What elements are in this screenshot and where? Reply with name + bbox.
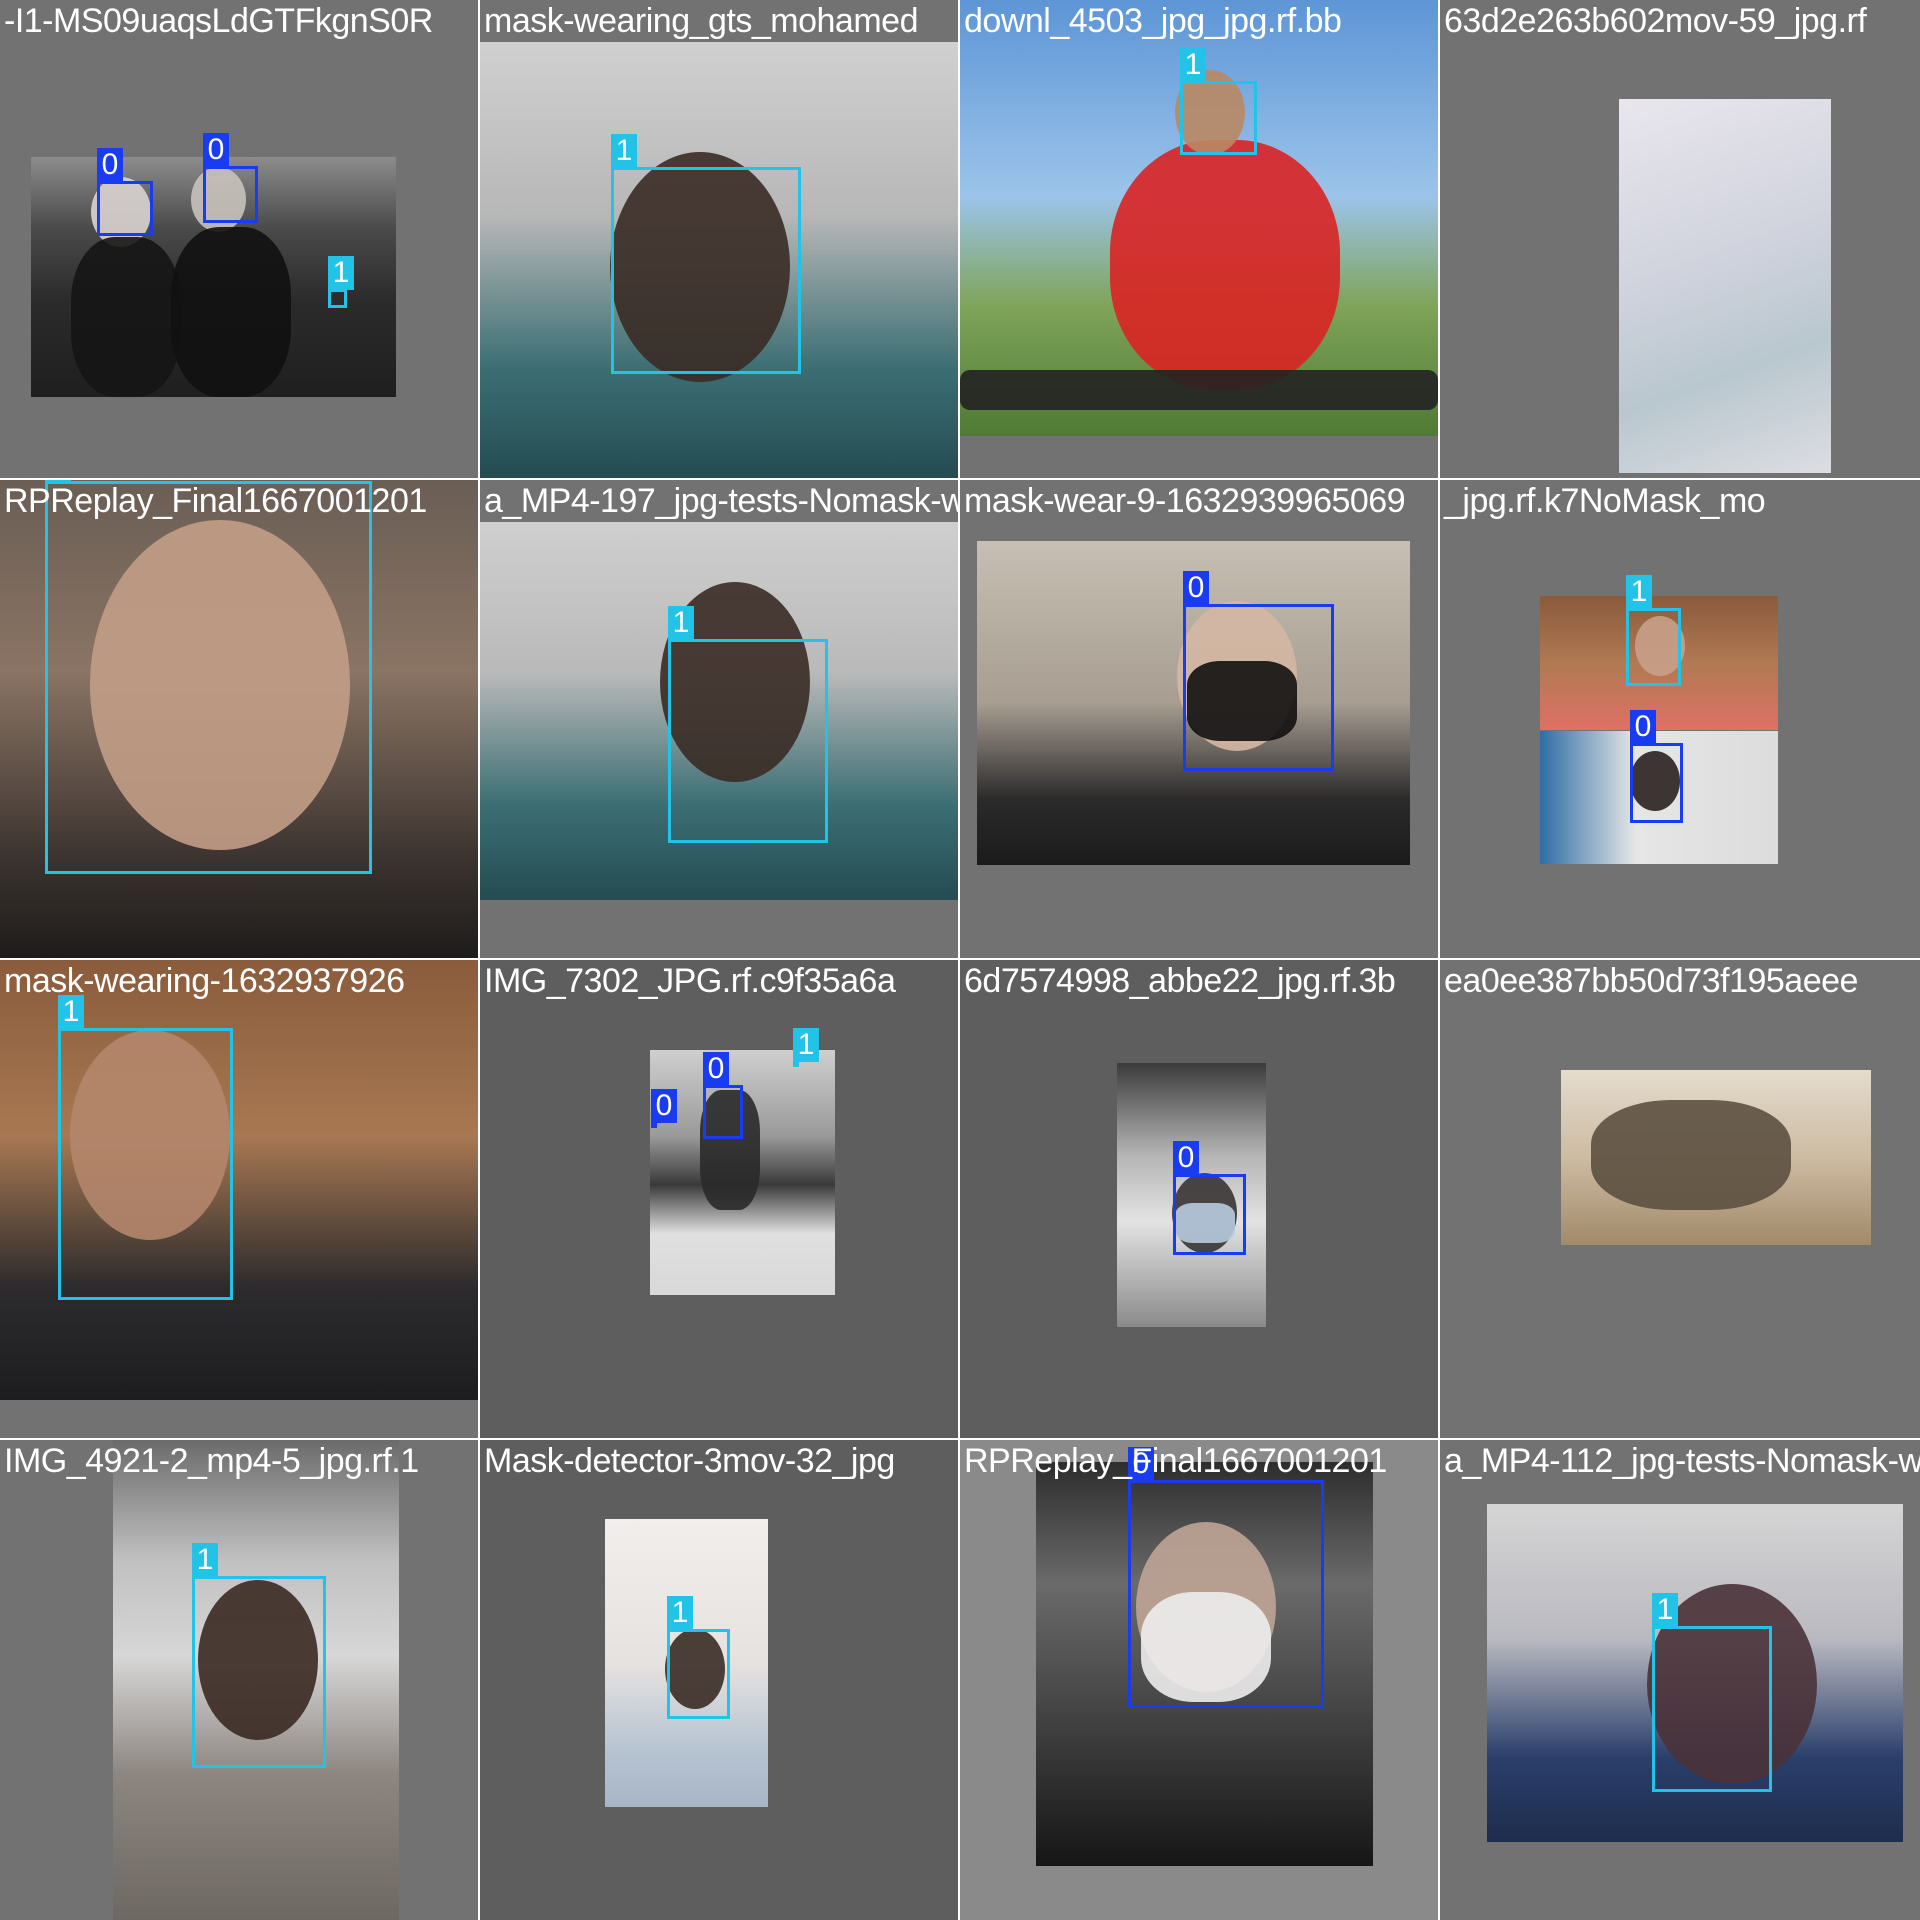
bbox-label: 1 bbox=[1626, 575, 1652, 609]
bbox-class-1: 1 bbox=[1180, 48, 1257, 155]
grid-divider bbox=[0, 1438, 1920, 1440]
bbox-label: 0 bbox=[1183, 571, 1209, 605]
photo-lioness-cub bbox=[1561, 1070, 1871, 1245]
image-filename: ea0ee387bb50d73f195aeee bbox=[1444, 962, 1858, 1000]
image-filename: 63d2e263b602mov-59_jpg.rf bbox=[1444, 2, 1867, 40]
bbox-class-1: 1 bbox=[1626, 575, 1681, 686]
tile-13: 1 IMG_4921-2_mp4-5_jpg.rf.1 bbox=[0, 1440, 478, 1920]
tile-5: 1 RPReplay_Final1667001201 bbox=[0, 480, 478, 958]
tile-14: 1 Mask-detector-3mov-32_jpg bbox=[480, 1440, 958, 1920]
bbox-label: 0 bbox=[97, 148, 123, 182]
bbox-class-1: 1 bbox=[1652, 1593, 1772, 1792]
bbox-class-0: 0 bbox=[1183, 571, 1334, 771]
bbox-label: 1 bbox=[668, 606, 694, 640]
tile-7: 0 mask-wear-9-1632939965069 bbox=[960, 480, 1438, 958]
image-filename: a_MP4-112_jpg-tests-Nomask-we bbox=[1444, 1442, 1920, 1480]
image-filename: IMG_7302_JPG.rf.c9f35a6a bbox=[484, 962, 896, 1000]
bbox-class-1: 1 bbox=[611, 134, 801, 374]
image-filename: _jpg.rf.k7NoMask_mo bbox=[1444, 482, 1766, 520]
bbox-label: 1 bbox=[611, 134, 637, 168]
tile-12: ea0ee387bb50d73f195aeee bbox=[1440, 960, 1920, 1438]
bbox-label: 1 bbox=[192, 1543, 218, 1577]
bbox-class-1: 1 bbox=[793, 1028, 819, 1067]
bbox-class-1: 1 bbox=[328, 256, 354, 308]
grid-divider bbox=[0, 478, 1920, 480]
bbox-class-0: 0 bbox=[1630, 710, 1683, 823]
bbox-class-0: 0 bbox=[1128, 1447, 1324, 1708]
tile-3: 1 downl_4503_jpg_jpg.rf.bb bbox=[960, 0, 1438, 478]
bbox-label: 1 bbox=[793, 1028, 819, 1062]
bbox-class-1: 1 bbox=[192, 1543, 326, 1768]
image-filename: IMG_4921-2_mp4-5_jpg.rf.1 bbox=[4, 1442, 419, 1480]
bbox-class-1: 1 bbox=[667, 1596, 730, 1719]
detection-mosaic: 0 0 1 -I1-MS09uaqsLdGTFkgnS0R 1 mask-wea… bbox=[0, 0, 1920, 1920]
bbox-label: 0 bbox=[651, 1089, 677, 1123]
bbox-class-0: 0 bbox=[97, 148, 153, 236]
tile-10: 0 0 1 IMG_7302_JPG.rf.c9f35a6a bbox=[480, 960, 958, 1438]
bbox-label: 1 bbox=[328, 256, 354, 290]
tile-15: 0 RPReplay_Final1667001201 bbox=[960, 1440, 1438, 1920]
image-filename: mask-wearing-1632937926 bbox=[4, 962, 405, 1000]
image-filename: RPReplay_Final1667001201 bbox=[4, 482, 427, 520]
bbox-label: 0 bbox=[1173, 1141, 1199, 1175]
tile-8: 1 0 _jpg.rf.k7NoMask_mo bbox=[1440, 480, 1920, 958]
bbox-label: 1 bbox=[1180, 48, 1206, 82]
image-filename: mask-wearing_gts_mohamed bbox=[484, 2, 918, 40]
photo-blurry bbox=[1619, 99, 1831, 473]
grid-divider bbox=[0, 958, 1920, 960]
bbox-class-1: 1 bbox=[45, 480, 372, 874]
tile-1: 0 0 1 -I1-MS09uaqsLdGTFkgnS0R bbox=[0, 0, 478, 478]
bbox-class-1: 1 bbox=[668, 606, 828, 843]
bbox-label: 0 bbox=[203, 133, 229, 167]
image-filename: downl_4503_jpg_jpg.rf.bb bbox=[964, 2, 1342, 40]
image-filename: mask-wear-9-1632939965069 bbox=[964, 482, 1406, 520]
bbox-label: 0 bbox=[703, 1052, 729, 1086]
bbox-class-0: 0 bbox=[203, 133, 258, 223]
image-filename: Mask-detector-3mov-32_jpg bbox=[484, 1442, 895, 1480]
tile-6: 1 a_MP4-197_jpg-tests-Nomask-we bbox=[480, 480, 958, 958]
grid-divider bbox=[478, 0, 480, 1920]
grid-divider bbox=[958, 0, 960, 1920]
bbox-label: 1 bbox=[667, 1596, 693, 1630]
tile-2: 1 mask-wearing_gts_mohamed bbox=[480, 0, 958, 478]
tile-16: 1 a_MP4-112_jpg-tests-Nomask-we bbox=[1440, 1440, 1920, 1920]
bbox-label: 0 bbox=[1630, 710, 1656, 744]
tile-9: 1 mask-wearing-1632937926 bbox=[0, 960, 478, 1438]
grid-divider bbox=[1438, 0, 1440, 1920]
bbox-class-0: 0 bbox=[1173, 1141, 1246, 1255]
bbox-class-0: 0 bbox=[703, 1052, 743, 1139]
bbox-label: 1 bbox=[1652, 1593, 1678, 1627]
image-filename: 6d7574998_abbe22_jpg.rf.3b bbox=[964, 962, 1396, 1000]
image-filename: RPReplay_Final1667001201 bbox=[964, 1442, 1387, 1480]
bbox-class-1: 1 bbox=[58, 995, 233, 1300]
bbox-class-0: 0 bbox=[651, 1089, 677, 1128]
tile-4: 63d2e263b602mov-59_jpg.rf bbox=[1440, 0, 1920, 478]
tile-11: 0 6d7574998_abbe22_jpg.rf.3b bbox=[960, 960, 1438, 1438]
image-filename: a_MP4-197_jpg-tests-Nomask-we bbox=[484, 482, 958, 520]
image-filename: -I1-MS09uaqsLdGTFkgnS0R bbox=[4, 2, 433, 40]
